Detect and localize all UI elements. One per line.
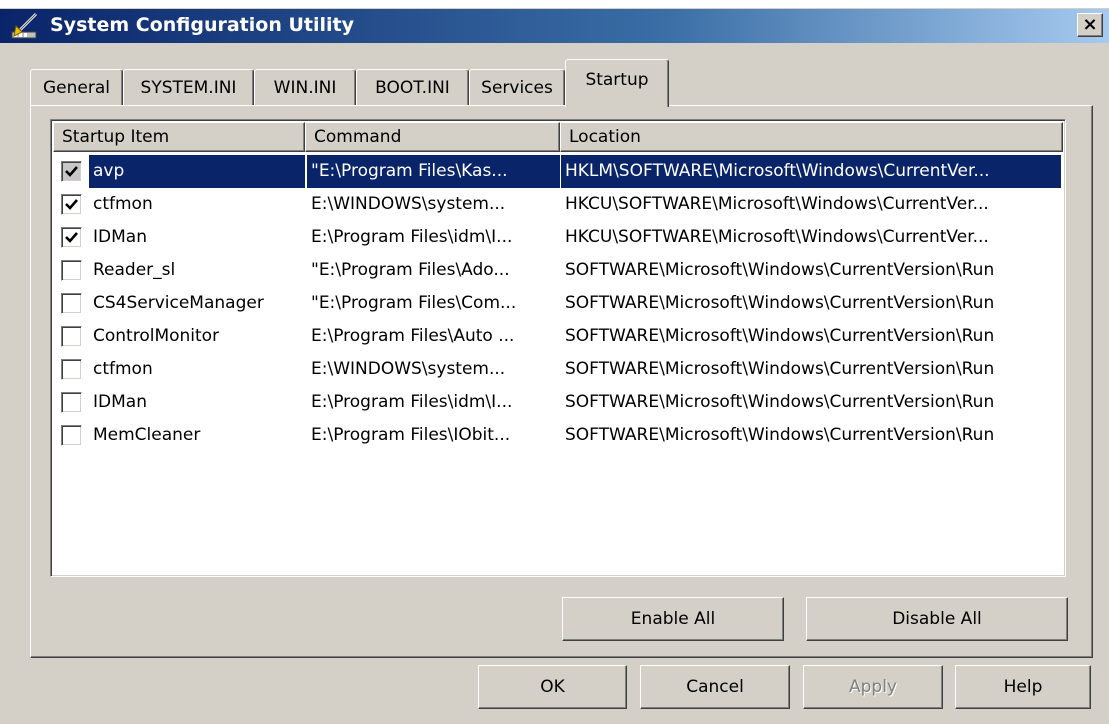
cell-location: SOFTWARE\Microsoft\Windows\CurrentVersio… bbox=[565, 293, 995, 313]
window-title: System Configuration Utility bbox=[50, 14, 354, 36]
table-row[interactable]: CS4ServiceManager "E:\Program Files\Com..… bbox=[53, 287, 1063, 320]
tab-general[interactable]: General bbox=[30, 69, 123, 106]
table-row[interactable]: IDMan E:\Program Files\idm\I... HKCU\SOFTW… bbox=[53, 221, 1063, 254]
cell-command: E:\Program Files\idm\I... bbox=[311, 392, 513, 412]
cell-startup-item: CS4ServiceManager bbox=[93, 293, 264, 313]
startup-item-checkbox[interactable] bbox=[61, 293, 82, 314]
cell-location: SOFTWARE\Microsoft\Windows\CurrentVersio… bbox=[565, 392, 995, 412]
disable-all-button[interactable]: Disable All bbox=[806, 597, 1068, 641]
table-row[interactable]: IDMan E:\Program Files\idm\I... SOFTWARE\M… bbox=[53, 386, 1063, 419]
help-button[interactable]: Help bbox=[955, 665, 1091, 709]
startup-panel: Startup Item Command Location avp "E:\Pro… bbox=[30, 105, 1093, 658]
cell-startup-item: MemCleaner bbox=[93, 425, 201, 445]
startup-item-checkbox[interactable] bbox=[61, 260, 82, 281]
cell-location: HKCU\SOFTWARE\Microsoft\Windows\CurrentV… bbox=[565, 194, 989, 214]
cell-command: E:\Program Files\idm\I... bbox=[311, 227, 513, 247]
column-command[interactable]: Command bbox=[305, 122, 560, 152]
cell-startup-item: ControlMonitor bbox=[93, 326, 220, 346]
cell-startup-item: avp bbox=[89, 155, 305, 188]
cell-location: HKLM\SOFTWARE\Microsoft\Windows\CurrentV… bbox=[561, 155, 1061, 188]
table-row[interactable]: ctfmon E:\WINDOWS\system... SOFTWARE\Micro… bbox=[53, 353, 1063, 386]
list-header: Startup Item Command Location bbox=[53, 122, 1063, 152]
tab-boot-ini[interactable]: BOOT.INI bbox=[356, 69, 469, 106]
cell-startup-item: IDMan bbox=[93, 392, 147, 412]
background-strip bbox=[0, 0, 1109, 8]
enable-all-button[interactable]: Enable All bbox=[562, 597, 784, 641]
cell-command: E:\Program Files\IObit... bbox=[311, 425, 511, 445]
close-button[interactable]: × bbox=[1077, 13, 1103, 37]
title-bar[interactable]: System Configuration Utility × bbox=[0, 9, 1109, 43]
startup-item-checkbox[interactable] bbox=[61, 227, 82, 248]
startup-item-checkbox[interactable] bbox=[61, 161, 82, 182]
msconfig-icon bbox=[10, 12, 44, 40]
cell-command: E:\Program Files\Auto ... bbox=[311, 326, 515, 346]
cell-startup-item: Reader_sl bbox=[93, 260, 176, 280]
cell-startup-item: ctfmon bbox=[93, 359, 153, 379]
startup-list[interactable]: Startup Item Command Location avp "E:\Pro… bbox=[50, 119, 1066, 577]
column-startup-item[interactable]: Startup Item bbox=[53, 122, 305, 152]
cell-command: "E:\Program Files\Com... bbox=[311, 293, 517, 313]
cell-location: SOFTWARE\Microsoft\Windows\CurrentVersio… bbox=[565, 326, 995, 346]
column-location[interactable]: Location bbox=[560, 122, 1063, 152]
tab-system-ini[interactable]: SYSTEM.INI bbox=[123, 69, 254, 106]
cell-startup-item: ctfmon bbox=[93, 194, 153, 214]
cell-command: "E:\Program Files\Kas... bbox=[307, 155, 560, 188]
ok-button[interactable]: OK bbox=[478, 665, 627, 709]
dialog-window: System Configuration Utility × General S… bbox=[0, 8, 1109, 724]
cancel-button[interactable]: Cancel bbox=[640, 665, 790, 709]
cell-location: SOFTWARE\Microsoft\Windows\CurrentVersio… bbox=[565, 260, 995, 280]
tab-startup[interactable]: Startup bbox=[565, 59, 669, 107]
startup-item-checkbox[interactable] bbox=[61, 194, 82, 215]
startup-item-checkbox[interactable] bbox=[61, 359, 82, 380]
cell-location: SOFTWARE\Microsoft\Windows\CurrentVersio… bbox=[565, 359, 995, 379]
close-icon: × bbox=[1082, 14, 1098, 35]
apply-button[interactable]: Apply bbox=[803, 665, 943, 709]
tab-win-ini[interactable]: WIN.INI bbox=[254, 69, 356, 106]
table-row[interactable]: ControlMonitor E:\Program Files\Auto ... S… bbox=[53, 320, 1063, 353]
cell-command: "E:\Program Files\Ado... bbox=[311, 260, 510, 280]
startup-item-checkbox[interactable] bbox=[61, 392, 82, 413]
tab-services[interactable]: Services bbox=[469, 69, 565, 106]
table-row[interactable]: Reader_sl "E:\Program Files\Ado... SOFTWAR… bbox=[53, 254, 1063, 287]
table-row[interactable]: MemCleaner E:\Program Files\IObit... SOFTW… bbox=[53, 419, 1063, 452]
table-row[interactable]: avp "E:\Program Files\Kas... HKLM\SOFTWARE… bbox=[53, 155, 1063, 188]
cell-startup-item: IDMan bbox=[93, 227, 147, 247]
cell-command: E:\WINDOWS\system... bbox=[311, 194, 506, 214]
startup-item-checkbox[interactable] bbox=[61, 326, 82, 347]
cell-location: SOFTWARE\Microsoft\Windows\CurrentVersio… bbox=[565, 425, 995, 445]
table-row[interactable]: ctfmon E:\WINDOWS\system... HKCU\SOFTWARE\… bbox=[53, 188, 1063, 221]
startup-item-checkbox[interactable] bbox=[61, 425, 82, 446]
cell-location: HKCU\SOFTWARE\Microsoft\Windows\CurrentV… bbox=[565, 227, 989, 247]
cell-command: E:\WINDOWS\system... bbox=[311, 359, 506, 379]
